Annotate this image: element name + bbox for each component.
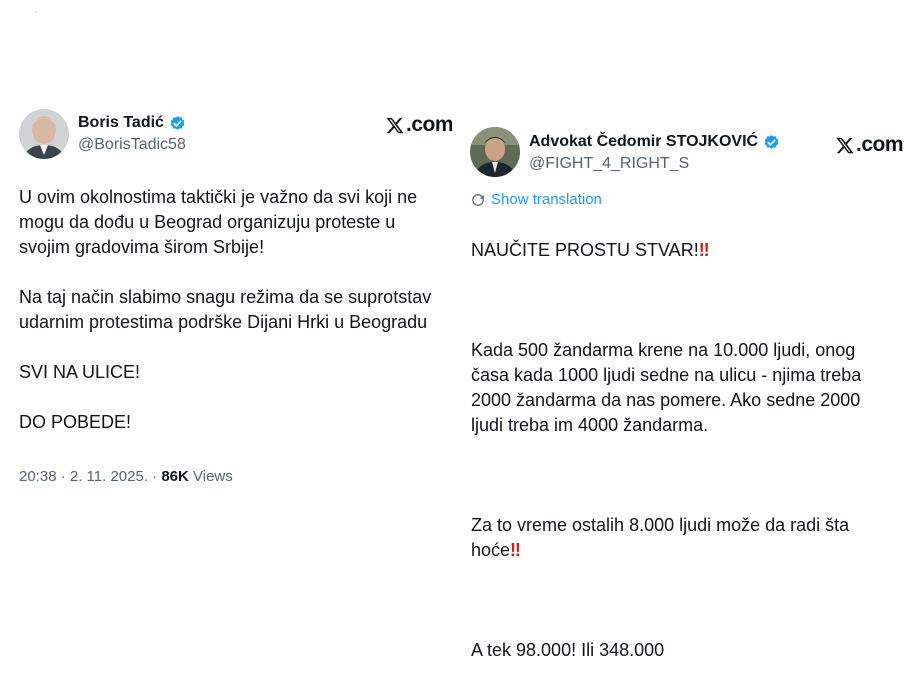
double-exclamation-emoji: ‼ <box>510 540 521 560</box>
x-icon <box>836 137 854 153</box>
tweet-line-1: NAUČITE PROSTU STVAR!‼ <box>471 240 710 260</box>
profile-photo-icon <box>470 127 520 177</box>
x-logo-text: .com <box>856 133 904 156</box>
show-translation-link[interactable]: Show translation <box>471 191 602 208</box>
views-count: 86K <box>161 468 189 485</box>
tweet-card-right: Advokat Čedomir STOJKOVIĆ @FIGHT_4_RIGHT… <box>452 120 906 660</box>
x-icon <box>386 117 404 133</box>
x-logo-text: .com <box>406 113 454 136</box>
translate-icon <box>472 193 484 206</box>
tweet-text: NAUČITE PROSTU STVAR!‼ Kada 500 žandarma… <box>471 213 901 688</box>
x-logo[interactable]: .com <box>385 113 454 137</box>
verified-badge-icon <box>763 134 780 151</box>
author-handle[interactable]: @FIGHT_4_RIGHT_S <box>529 155 689 173</box>
stray-mark: ' <box>35 10 37 21</box>
avatar[interactable] <box>19 109 69 159</box>
show-translation-label[interactable]: Show translation <box>491 191 602 208</box>
tweet-meta: 20:38 · 2. 11. 2025. · 86K Views <box>19 468 233 485</box>
avatar[interactable] <box>470 127 520 177</box>
author-name-row[interactable]: Advokat Čedomir STOJKOVIĆ <box>529 133 780 151</box>
verified-badge-icon <box>169 115 186 132</box>
views-label: Views <box>188 468 233 485</box>
tweet-date[interactable]: 20:38 · 2. 11. 2025. · <box>19 468 161 485</box>
profile-photo-icon <box>19 109 69 159</box>
tweet-text: U ovim okolnostima taktički je važno da … <box>19 187 432 432</box>
tweet-paragraph-3: Za to vreme ostalih 8.000 ljudi može da … <box>471 515 850 560</box>
tweet-paragraph-4: A tek 98.000! Ili 348.000 <box>471 640 665 660</box>
author-name[interactable]: Boris Tadić <box>78 114 164 132</box>
x-logo[interactable]: .com <box>835 133 904 157</box>
author-handle[interactable]: @BorisTadic58 <box>78 136 186 154</box>
tweet-paragraph-2: Kada 500 žandarma krene na 10.000 ljudi,… <box>471 340 862 435</box>
tweet-card-left: Boris Tadić @BorisTadic58 .com U ovim ok… <box>0 100 454 513</box>
double-exclamation-emoji: ‼ <box>698 240 710 260</box>
author-name[interactable]: Advokat Čedomir STOJKOVIĆ <box>529 133 758 151</box>
author-name-row[interactable]: Boris Tadić <box>78 114 186 132</box>
